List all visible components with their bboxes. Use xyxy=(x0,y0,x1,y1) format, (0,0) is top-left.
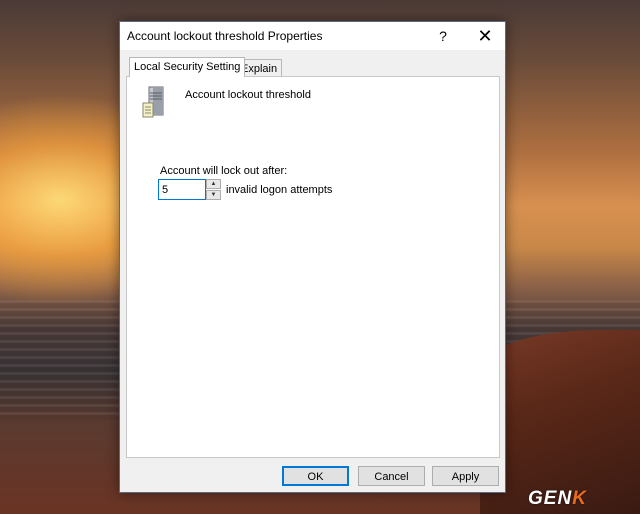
dialog-title: Account lockout threshold Properties xyxy=(127,29,323,43)
spinner-down-button[interactable]: ▼ xyxy=(206,190,221,200)
threshold-input[interactable] xyxy=(158,179,206,200)
tab-panel: Account lockout threshold Account will l… xyxy=(126,76,500,458)
watermark-logo: GENK xyxy=(528,488,587,510)
lockout-label: Account will lock out after: xyxy=(160,165,288,177)
threshold-spinner: ▲ ▼ xyxy=(158,179,222,200)
help-button[interactable]: ? xyxy=(423,22,463,50)
spinner-up-button[interactable]: ▲ xyxy=(206,179,221,189)
apply-button[interactable]: Apply xyxy=(432,466,499,486)
ok-button[interactable]: OK xyxy=(282,466,349,486)
cancel-button[interactable]: Cancel xyxy=(358,466,425,486)
watermark-main: GEN xyxy=(528,488,573,509)
attempts-label: invalid logon attempts xyxy=(226,184,333,196)
title-bar[interactable]: Account lockout threshold Properties ? ✕ xyxy=(120,22,505,50)
properties-dialog: Account lockout threshold Properties ? ✕… xyxy=(119,21,506,493)
server-icon xyxy=(142,86,164,118)
watermark-accent: K xyxy=(572,488,587,509)
tab-local-security-setting[interactable]: Local Security Setting xyxy=(129,57,246,77)
close-button[interactable]: ✕ xyxy=(465,22,505,50)
policy-name: Account lockout threshold xyxy=(185,89,311,101)
